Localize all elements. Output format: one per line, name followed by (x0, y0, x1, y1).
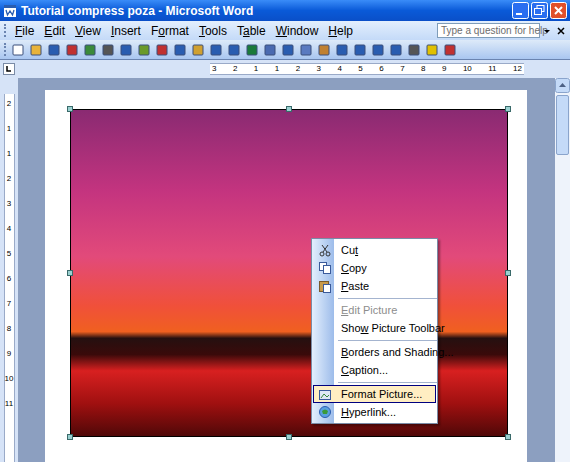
toolbar-button-icon[interactable] (317, 43, 331, 57)
toolbar-button-icon[interactable] (83, 43, 97, 57)
tab-selector-icon[interactable] (3, 63, 15, 75)
menu-item[interactable]: Help (323, 22, 358, 40)
minimize-icon[interactable] (512, 2, 529, 19)
toolbar-button-icon[interactable] (65, 43, 79, 57)
context-menu-item[interactable]: Borders and Shading... (313, 343, 436, 361)
close-document-icon[interactable] (556, 26, 566, 36)
clipboard-icon (318, 279, 332, 293)
toolbar-button-icon[interactable] (263, 43, 277, 57)
globe-link-icon (318, 405, 332, 419)
toolbar-button-icon[interactable] (353, 43, 367, 57)
menu-bar: FileEditViewInsertFormatToolsTableWindow… (0, 21, 570, 40)
toolbar-button-icon[interactable] (227, 43, 241, 57)
vertical-scrollbar[interactable] (555, 78, 570, 462)
toolbar-button-icon[interactable] (407, 43, 421, 57)
toolbar-button-icon[interactable] (335, 43, 349, 57)
help-search-box[interactable]: Type a question for help (437, 23, 540, 38)
selection-handle[interactable] (67, 270, 73, 276)
toolbar-button-icon[interactable] (245, 43, 259, 57)
selection-handle[interactable] (286, 106, 292, 112)
word-window: Tutorial compress poza - Microsoft WordF… (0, 0, 570, 462)
context-menu-item[interactable]: Paste (313, 277, 436, 295)
toolbar-button-icon[interactable] (137, 43, 151, 57)
menu-item[interactable]: Edit (39, 22, 70, 40)
scroll-thumb[interactable] (556, 95, 569, 155)
scissors-icon (318, 243, 332, 257)
context-menu-item[interactable]: Format Picture... (313, 385, 436, 403)
toolbar-button-icon[interactable] (425, 43, 439, 57)
window-title: Tutorial compress poza - Microsoft Word (21, 2, 508, 20)
word-icon (3, 4, 17, 18)
title-bar: Tutorial compress poza - Microsoft Word (0, 0, 570, 21)
toolbar-button-icon[interactable] (389, 43, 403, 57)
selection-handle[interactable] (505, 434, 511, 440)
format-picture-icon (318, 387, 332, 401)
scroll-up-icon[interactable] (555, 78, 570, 93)
context-menu-item[interactable]: Copy (313, 259, 436, 277)
selection-handle[interactable] (505, 270, 511, 276)
selection-handle[interactable] (286, 434, 292, 440)
context-menu-item[interactable]: Show Picture Toolbar (313, 319, 436, 337)
toolbar-button-icon[interactable] (29, 43, 43, 57)
toolbar-button-icon[interactable] (101, 43, 115, 57)
context-menu-item[interactable]: Caption... (313, 361, 436, 379)
menu-item[interactable]: Format (146, 22, 194, 40)
menu-item[interactable]: Table (232, 22, 271, 40)
toolbar-button-icon[interactable] (11, 43, 25, 57)
selection-handle[interactable] (505, 106, 511, 112)
picture[interactable]: CutCopyPaste Edit PictureShow Picture Too… (70, 109, 508, 437)
toolbar-button-icon[interactable] (281, 43, 295, 57)
ruler-row: 321123456789101112 (0, 60, 570, 78)
toolbar-button-icon[interactable] (119, 43, 133, 57)
menu-item[interactable]: View (70, 22, 106, 40)
dropdown-arrow-icon[interactable] (542, 26, 552, 36)
toolbar-button-icon[interactable] (191, 43, 205, 57)
toolbar-button-icon[interactable] (47, 43, 61, 57)
context-menu-item[interactable]: Edit Picture (313, 301, 436, 319)
vertical-ruler[interactable]: 211234567891011 (0, 78, 18, 462)
toolbar-button-icon[interactable] (209, 43, 223, 57)
page: CutCopyPaste Edit PictureShow Picture Too… (45, 90, 527, 462)
selection-handle[interactable] (67, 106, 73, 112)
restore-icon[interactable] (531, 2, 548, 19)
toolbar-button-icon[interactable] (299, 43, 313, 57)
menu-separator (312, 295, 437, 301)
document-area: CutCopyPaste Edit PictureShow Picture Too… (18, 78, 555, 462)
context-menu-item[interactable]: Hyperlink... (313, 403, 436, 421)
toolbar-button-icon[interactable] (173, 43, 187, 57)
toolbar-button-icon[interactable] (443, 43, 457, 57)
context-menu-item[interactable]: Cut (313, 241, 436, 259)
close-icon[interactable] (550, 2, 567, 19)
horizontal-ruler[interactable]: 321123456789101112 (210, 63, 524, 75)
menu-item[interactable]: Insert (106, 22, 146, 40)
standard-toolbar (0, 40, 570, 60)
copy-icon (318, 261, 332, 275)
selection-handle[interactable] (67, 434, 73, 440)
menu-item[interactable]: Tools (194, 22, 232, 40)
toolbar-button-icon[interactable] (155, 43, 169, 57)
context-menu: CutCopyPaste Edit PictureShow Picture Too… (311, 238, 438, 424)
menu-separator (312, 337, 437, 343)
toolbar-button-icon[interactable] (371, 43, 385, 57)
menu-item[interactable]: File (10, 22, 39, 40)
menu-item[interactable]: Window (271, 22, 324, 40)
